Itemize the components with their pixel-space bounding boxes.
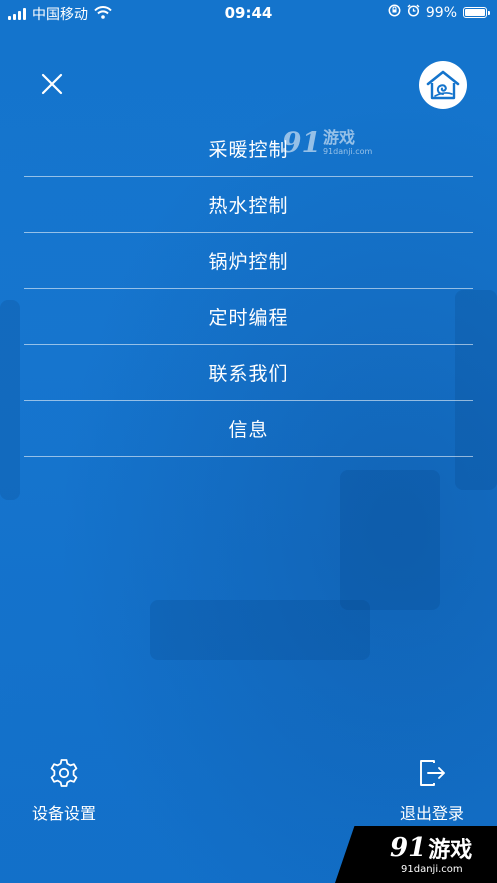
watermark-brand: 游戏 — [428, 838, 473, 863]
watermark-number: 91 — [390, 833, 427, 863]
menu-item-contact-us[interactable]: 联系我们 — [24, 345, 473, 401]
device-settings-button[interactable]: 设备设置 — [32, 756, 96, 824]
watermark-top: 91 游戏 91danji.com — [282, 126, 372, 159]
home-logo-icon — [426, 70, 460, 100]
logout-label: 退出登录 — [400, 804, 465, 823]
menu-item-schedule-programming[interactable]: 定时编程 — [24, 289, 473, 345]
gear-icon — [50, 759, 78, 787]
menu-item-hot-water-control[interactable]: 热水控制 — [24, 177, 473, 233]
close-icon — [41, 73, 63, 95]
menu-item-heating-control[interactable]: 采暖控制 — [24, 121, 473, 177]
battery-icon — [463, 7, 490, 18]
alarm-icon — [407, 4, 420, 21]
menu-item-boiler-control[interactable]: 锅炉控制 — [24, 233, 473, 289]
menu-item-label: 热水控制 — [208, 195, 289, 217]
logout-icon — [420, 760, 445, 786]
watermark-bottom: 91 游戏 91danji.com — [335, 826, 497, 883]
watermark-url: 91danji.com — [401, 864, 463, 875]
logout-button[interactable]: 退出登录 — [400, 756, 464, 824]
home-logo — [419, 61, 467, 109]
battery-percent: 99% — [425, 4, 457, 21]
menu-item-label: 锅炉控制 — [208, 251, 289, 273]
close-button[interactable] — [34, 66, 70, 102]
status-bar: 中国移动 09:44 99% — [0, 0, 497, 26]
menu-item-info[interactable]: 信息 — [24, 401, 473, 457]
device-settings-label: 设备设置 — [32, 804, 97, 823]
main-menu: 采暖控制 热水控制 锅炉控制 定时编程 联系我们 信息 — [24, 121, 473, 457]
menu-item-label: 联系我们 — [208, 363, 289, 385]
menu-item-label: 定时编程 — [208, 307, 289, 329]
watermark-brand: 游戏 — [322, 127, 355, 147]
rotation-lock-icon — [388, 4, 401, 21]
menu-item-label: 采暖控制 — [208, 139, 289, 161]
watermark-number: 91 — [282, 126, 321, 159]
watermark-url: 91danji.com — [322, 146, 373, 156]
menu-item-label: 信息 — [228, 419, 269, 441]
